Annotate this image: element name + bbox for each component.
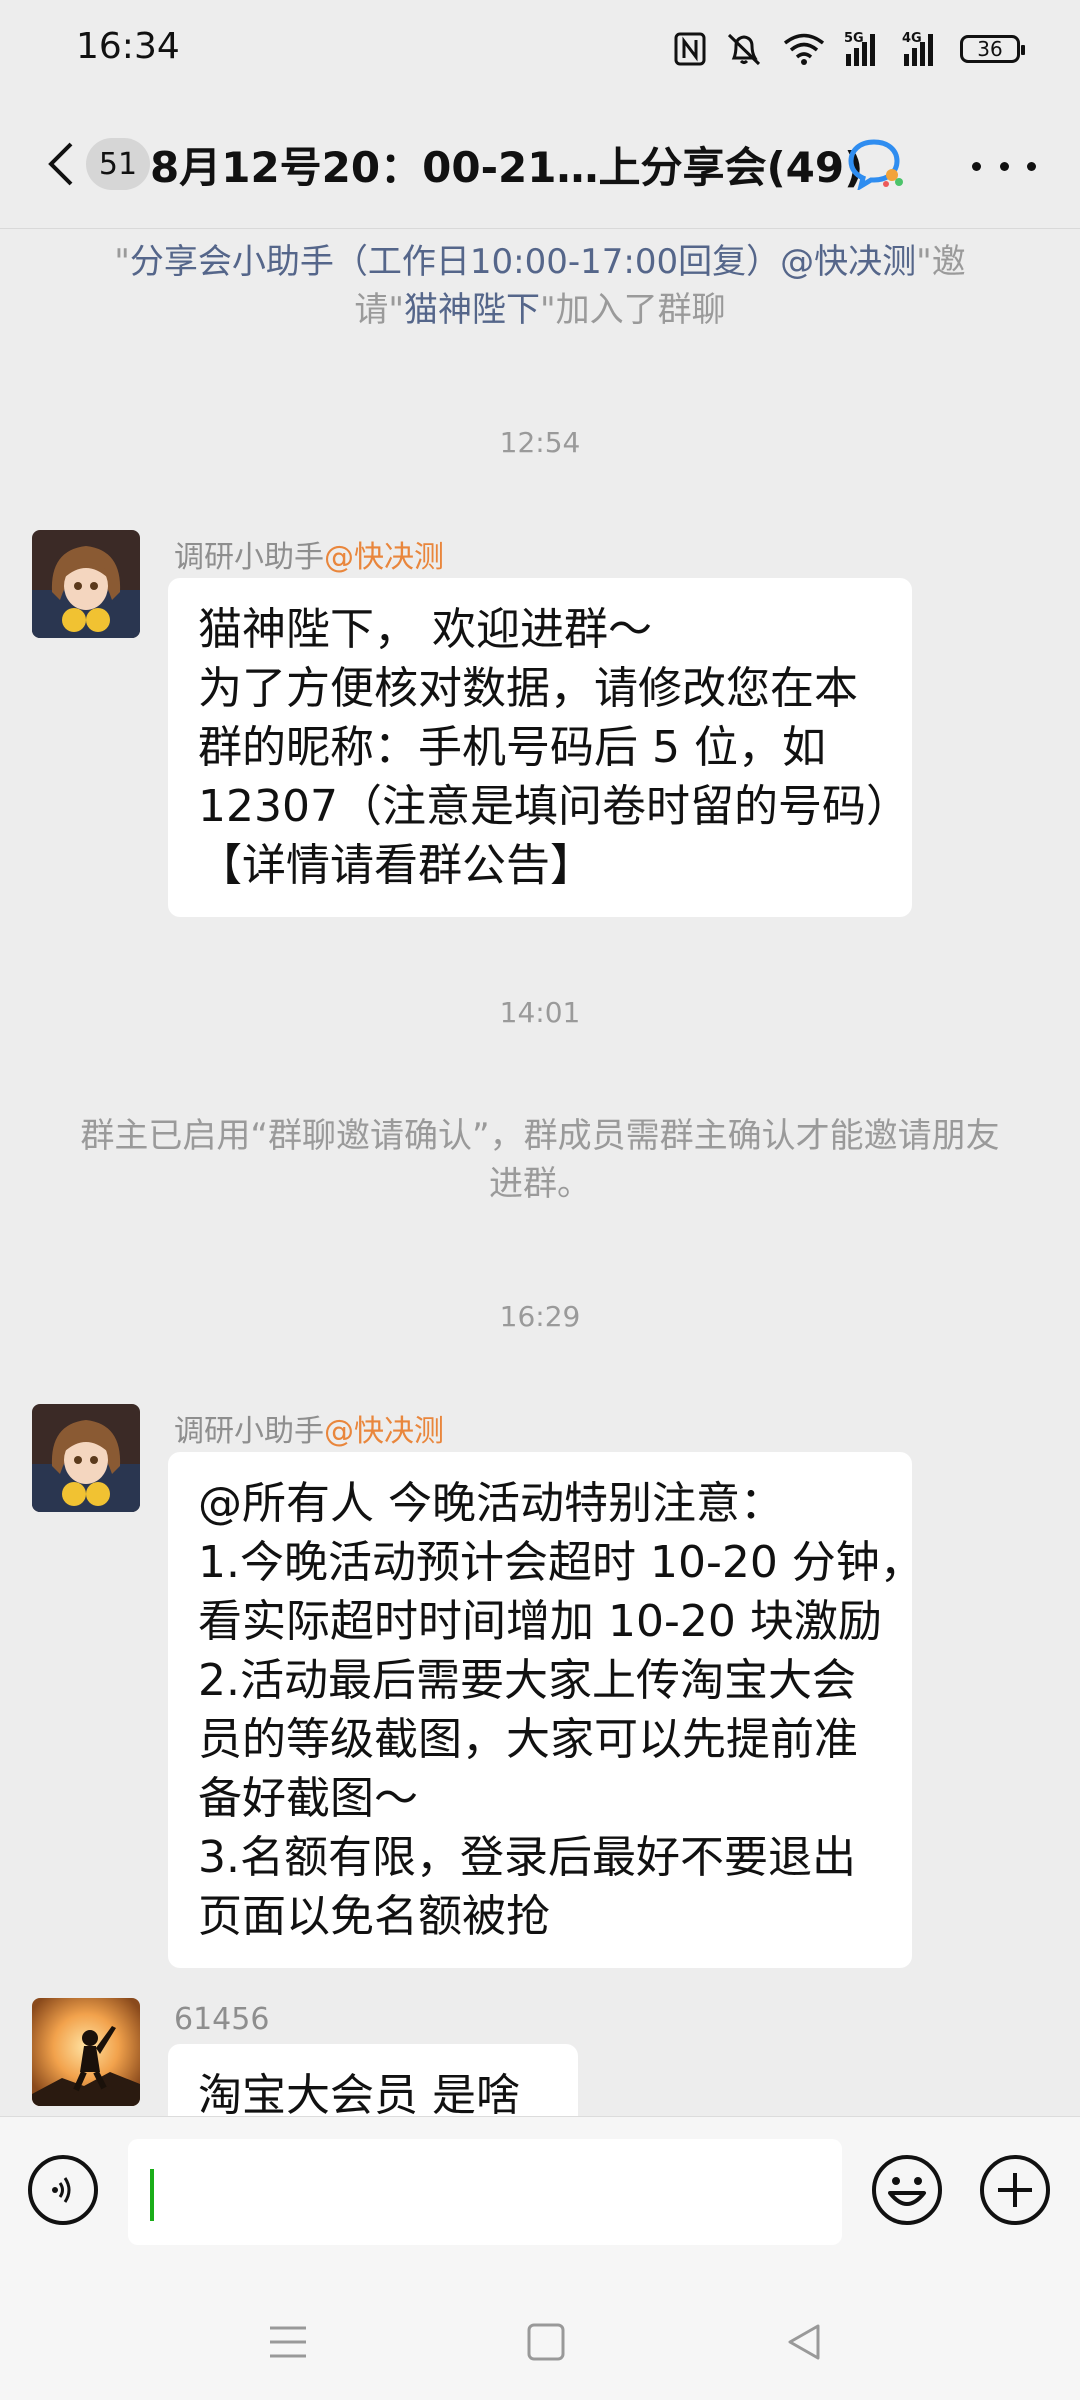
sender-label: 调研小助手 [174, 1414, 324, 1449]
signal-4g-icon: 4G [902, 30, 942, 68]
sender-label: 调研小助手 [174, 540, 324, 575]
message-line: 为了方便核对数据，请修改您在本 [198, 663, 858, 714]
unread-count-badge[interactable]: 51 [86, 138, 150, 190]
sender-name: 调研小助手@快决测 [174, 532, 444, 576]
battery-level: 36 [977, 37, 1003, 61]
dot-icon [999, 161, 1009, 171]
timestamp: 14:01 [499, 996, 581, 1029]
invitee-link[interactable]: 猫神陛下 [404, 290, 540, 330]
chevron-left-icon [48, 142, 73, 186]
back-nav-button[interactable] [774, 2312, 834, 2372]
message-line: 1.今晚活动预计会超时 10-20 分钟， [198, 1537, 924, 1588]
status-bar: 16:34 5G 4G 36 [0, 0, 1080, 100]
message-line: 淘宝大会员 是啥 [198, 2070, 520, 2116]
menu-icon [270, 2326, 306, 2358]
back-triangle-icon [788, 2324, 820, 2360]
signal-5g-icon: 5G [844, 30, 884, 68]
message-line: 员的等级截图，大家可以先提前准 [198, 1714, 858, 1765]
system-message-invite-confirm: 群主已启用“群聊邀请确认”，群成员需群主确认才能邀请朋友进群。 [80, 1116, 1000, 1204]
dot-icon [1027, 161, 1036, 171]
voice-icon [52, 2177, 71, 2203]
sender-mention[interactable]: @快决测 [324, 1414, 444, 1449]
home-icon [527, 2323, 565, 2361]
battery-icon: 36 [960, 35, 1025, 63]
navigation-bar [0, 2276, 1080, 2400]
sender-mention[interactable]: @快决测 [324, 540, 444, 575]
home-button[interactable] [516, 2312, 576, 2372]
emoji-button[interactable] [870, 2153, 944, 2227]
svg-text:4G: 4G [902, 31, 922, 46]
message-clip: 淘宝大会员 是啥 [0, 2040, 1080, 2116]
recent-apps-button[interactable] [258, 2312, 318, 2372]
voice-button[interactable] [28, 2155, 98, 2225]
invite-end-text: "加入了群聊 [540, 290, 726, 330]
message-line: 3.名额有限，登录后最好不要退出 [198, 1832, 856, 1883]
message-line: 群的昵称：手机号码后 5 位，如 [198, 722, 826, 773]
dot-icon [972, 161, 981, 171]
message-bubble[interactable]: 淘宝大会员 是啥 [168, 2044, 578, 2116]
svg-text:5G: 5G [844, 31, 864, 46]
input-bar [0, 2116, 1080, 2277]
message-line: 页面以免名额被抢 [198, 1891, 550, 1942]
nfc-icon [674, 32, 706, 66]
plus-icon [980, 2155, 1050, 2225]
message-line: 看实际超时时间增加 10-20 块激励 [198, 1596, 882, 1647]
message-line: 备好截图～ [198, 1773, 418, 1824]
timestamp: 16:29 [499, 1300, 581, 1333]
group-chat-logo-icon [848, 138, 906, 192]
inviter-link[interactable]: 分享会小助手（工作日10:00-17:00回复）@快决测 [130, 242, 916, 282]
message-line: 12307（注意是填问卷时留的号码） [198, 781, 910, 832]
mute-icon [724, 31, 764, 67]
message-line: 【详情请看群公告】 [198, 840, 594, 891]
header-divider [0, 228, 1080, 229]
chat-header: 51 8月12号20：00-21…上分享会(49) [0, 110, 1080, 222]
message-input[interactable] [128, 2139, 842, 2245]
avatar[interactable] [32, 530, 140, 638]
wifi-icon [782, 32, 826, 66]
group-title[interactable]: 8月12号20：00-21…上分享会(49) [150, 134, 863, 195]
back-button[interactable] [36, 134, 86, 194]
timestamp: 12:54 [499, 426, 581, 459]
more-functions-button[interactable] [978, 2153, 1052, 2227]
quote: " [114, 242, 130, 282]
status-icons: 5G 4G 36 [674, 26, 1025, 72]
message-line: @所有人 今晚活动特别注意： [198, 1478, 784, 1529]
message-line: 猫神陛下， 欢迎进群～ [198, 604, 652, 655]
emoji-icon [872, 2155, 942, 2225]
sender-name: 调研小助手@快决测 [174, 1406, 444, 1450]
text-cursor [150, 2169, 154, 2221]
sender-name: 61456 [174, 2002, 270, 2037]
status-time: 16:34 [76, 26, 180, 67]
avatar[interactable] [32, 1404, 140, 1512]
message-bubble[interactable]: 猫神陛下， 欢迎进群～ 为了方便核对数据，请修改您在本 群的昵称：手机号码后 5… [168, 578, 912, 917]
message-line: 2.活动最后需要大家上传淘宝大会 [198, 1655, 856, 1706]
message-bubble[interactable]: @所有人 今晚活动特别注意： 1.今晚活动预计会超时 10-20 分钟， 看实际… [168, 1452, 924, 1968]
more-options-button[interactable] [972, 146, 1036, 186]
system-message-invite: "分享会小助手（工作日10:00-17:00回复）@快决测"邀请"猫神陛下"加入… [80, 238, 1000, 334]
